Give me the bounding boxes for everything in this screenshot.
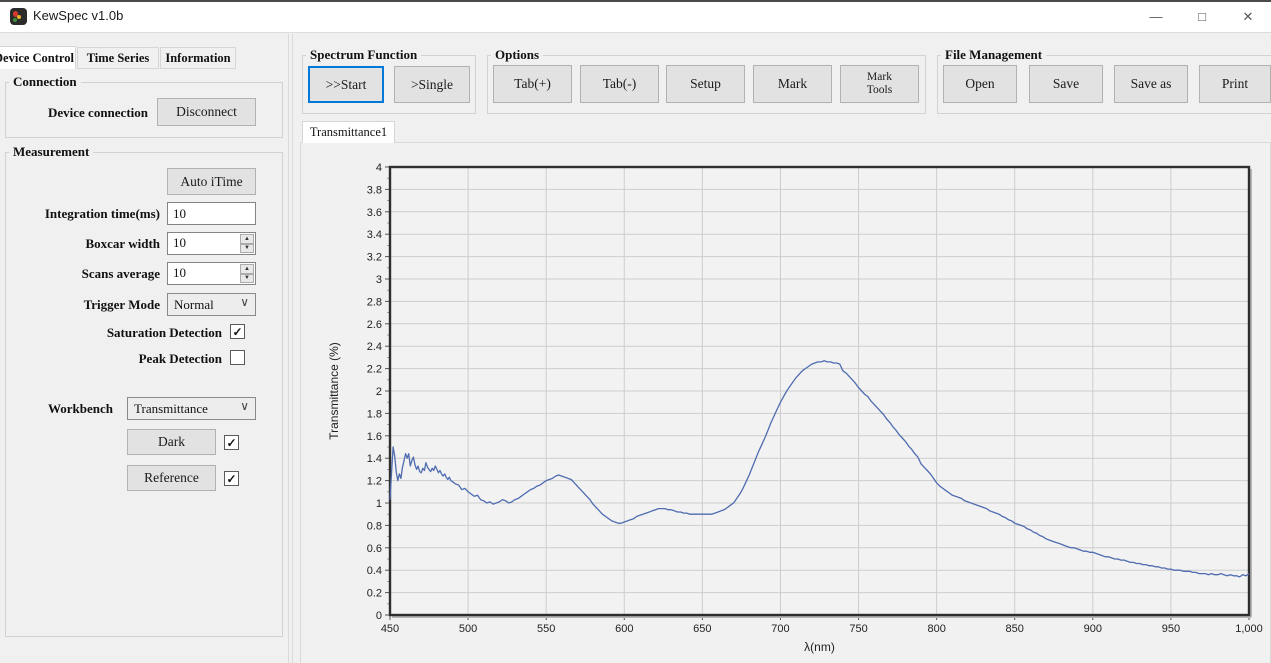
svg-text:λ(nm): λ(nm) <box>804 640 835 654</box>
svg-text:800: 800 <box>927 623 945 635</box>
svg-text:0.6: 0.6 <box>367 543 382 555</box>
reference-checkbox[interactable]: ✓ <box>224 471 239 486</box>
svg-text:850: 850 <box>1006 623 1024 635</box>
svg-text:600: 600 <box>615 623 633 635</box>
integration-time-label: Integration time(ms) <box>10 206 160 222</box>
svg-text:1.2: 1.2 <box>367 476 382 488</box>
boxcar-width-label: Boxcar width <box>10 236 160 252</box>
mark-tools-label: Mark Tools <box>858 71 902 97</box>
tab-plus-button[interactable]: Tab(+) <box>493 65 572 103</box>
title-bar: KewSpec v1.0b — □ ✕ <box>0 2 1271 33</box>
device-connection-label: Device connection <box>10 105 148 121</box>
svg-text:900: 900 <box>1084 623 1102 635</box>
saturation-detection-checkbox[interactable]: ✓ <box>230 324 245 339</box>
svg-text:2.4: 2.4 <box>367 341 382 353</box>
boxcar-width-stepper[interactable]: 10 ▲ ▼ <box>167 232 256 255</box>
panel-splitter[interactable] <box>288 34 289 663</box>
app-window: KewSpec v1.0b — □ ✕ Device Control Time … <box>0 0 1271 663</box>
reference-button[interactable]: Reference <box>127 465 216 491</box>
spectrum-function-label: Spectrum Function <box>306 47 421 63</box>
workbench-label: Workbench <box>10 401 113 417</box>
tab-information[interactable]: Information <box>160 47 236 69</box>
svg-text:1,000: 1,000 <box>1235 623 1263 635</box>
svg-text:1.4: 1.4 <box>367 453 382 465</box>
setup-button[interactable]: Setup <box>666 65 745 103</box>
svg-text:500: 500 <box>459 623 477 635</box>
peak-detection-label: Peak Detection <box>10 351 222 367</box>
print-button[interactable]: Print <box>1199 65 1271 103</box>
svg-text:3: 3 <box>376 274 382 286</box>
mark-button[interactable]: Mark <box>753 65 832 103</box>
close-button[interactable]: ✕ <box>1225 2 1271 31</box>
svg-text:0: 0 <box>376 610 382 622</box>
spinner-up-icon[interactable]: ▲ <box>240 264 254 274</box>
svg-text:2.8: 2.8 <box>367 296 382 308</box>
svg-text:650: 650 <box>693 623 711 635</box>
measurement-group-label: Measurement <box>9 144 93 160</box>
svg-text:950: 950 <box>1162 623 1180 635</box>
dark-checkbox[interactable]: ✓ <box>224 435 239 450</box>
boxcar-width-value: 10 <box>173 235 186 251</box>
svg-text:0.2: 0.2 <box>367 588 382 600</box>
mark-tools-button[interactable]: Mark Tools <box>840 65 919 103</box>
spinner-down-icon[interactable]: ▼ <box>240 274 254 284</box>
svg-text:550: 550 <box>537 623 555 635</box>
minimize-button[interactable]: — <box>1133 2 1179 31</box>
svg-text:Transmittance (%): Transmittance (%) <box>327 342 341 440</box>
app-icon <box>10 8 27 25</box>
single-button[interactable]: >Single <box>394 66 470 103</box>
peak-detection-checkbox[interactable] <box>230 350 245 365</box>
spinner-up-icon[interactable]: ▲ <box>240 234 254 244</box>
tab-time-series[interactable]: Time Series <box>77 47 159 69</box>
svg-text:0.4: 0.4 <box>367 565 382 577</box>
save-as-button[interactable]: Save as <box>1114 65 1188 103</box>
svg-text:4: 4 <box>376 162 382 174</box>
svg-text:1.6: 1.6 <box>367 431 382 443</box>
chart-tab-transmittance1[interactable]: Transmittance1 <box>302 121 395 143</box>
tab-device-control[interactable]: Device Control <box>0 46 76 69</box>
options-label: Options <box>491 47 543 63</box>
workbench-value: Transmittance <box>134 401 208 417</box>
window-title: KewSpec v1.0b <box>33 8 123 23</box>
disconnect-button[interactable]: Disconnect <box>157 98 256 126</box>
svg-text:3.8: 3.8 <box>367 184 382 196</box>
tab-minus-button[interactable]: Tab(-) <box>580 65 659 103</box>
svg-text:750: 750 <box>849 623 867 635</box>
scans-average-stepper[interactable]: 10 ▲ ▼ <box>167 262 256 285</box>
dark-button[interactable]: Dark <box>127 429 216 455</box>
scans-average-value: 10 <box>173 265 186 281</box>
svg-text:3.6: 3.6 <box>367 207 382 219</box>
svg-text:1: 1 <box>376 498 382 510</box>
open-button[interactable]: Open <box>943 65 1017 103</box>
trigger-mode-select[interactable]: Normal ∨ <box>167 293 256 316</box>
maximize-button[interactable]: □ <box>1179 2 1225 31</box>
panel-splitter-line <box>292 34 293 663</box>
svg-text:0.8: 0.8 <box>367 520 382 532</box>
svg-text:3.4: 3.4 <box>367 229 382 241</box>
spinner-down-icon[interactable]: ▼ <box>240 244 254 254</box>
saturation-detection-label: Saturation Detection <box>10 325 222 341</box>
svg-text:1.8: 1.8 <box>367 408 382 420</box>
integration-time-input[interactable]: 10 <box>167 202 256 225</box>
svg-text:2: 2 <box>376 386 382 398</box>
save-button[interactable]: Save <box>1029 65 1103 103</box>
spectrum-chart: 0 0.2 0.4 0.6 0.8 1 1.2 1.4 1.6 1.8 2 2.2 2.4 2.6 2.8 3… <box>300 143 1271 663</box>
connection-group-label: Connection <box>9 74 81 90</box>
file-management-label: File Management <box>941 47 1046 63</box>
svg-text:2.6: 2.6 <box>367 319 382 331</box>
trigger-mode-label: Trigger Mode <box>10 297 160 313</box>
svg-text:450: 450 <box>381 623 399 635</box>
svg-text:700: 700 <box>771 623 789 635</box>
chevron-down-icon: ∨ <box>240 399 249 414</box>
scans-average-label: Scans average <box>10 266 160 282</box>
auto-itime-button[interactable]: Auto iTime <box>167 168 256 195</box>
svg-text:2.2: 2.2 <box>367 364 382 376</box>
trigger-mode-value: Normal <box>174 297 214 313</box>
workbench-select[interactable]: Transmittance ∨ <box>127 397 256 420</box>
start-button[interactable]: >>Start <box>308 66 384 103</box>
chevron-down-icon: ∨ <box>240 295 249 310</box>
svg-text:3.2: 3.2 <box>367 252 382 264</box>
